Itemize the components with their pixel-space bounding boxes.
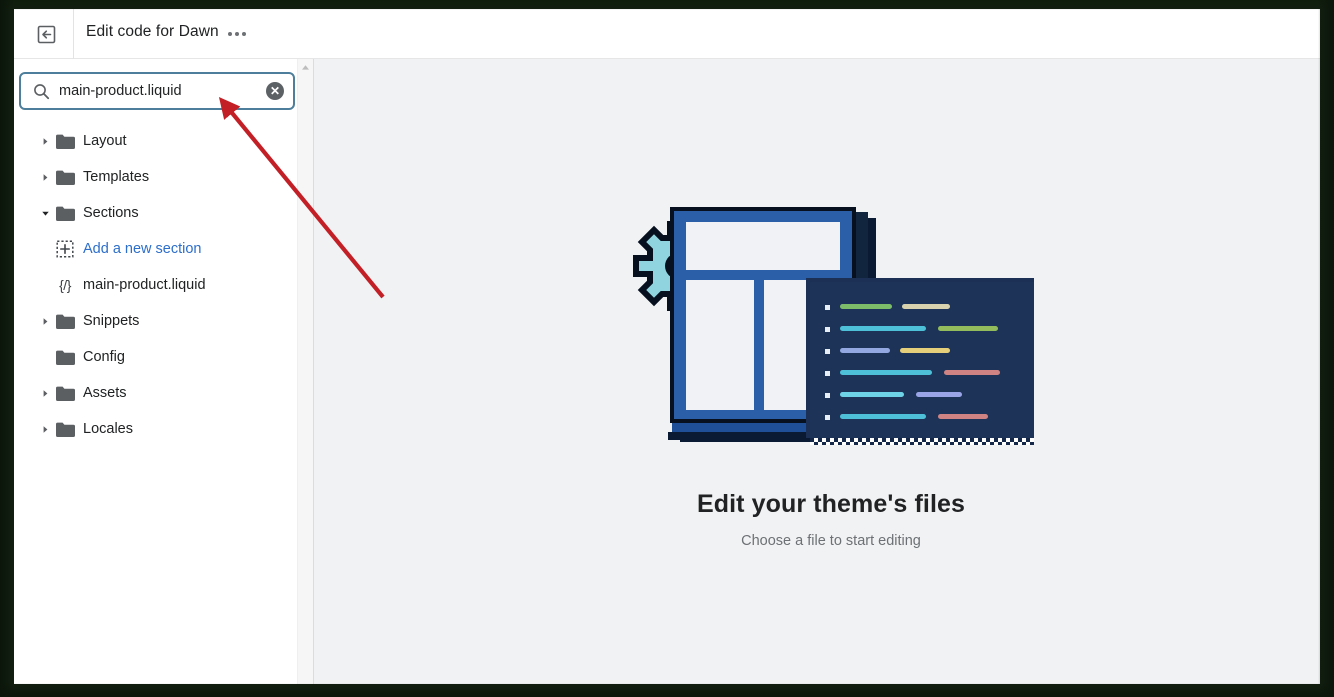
tree-item-add-new-section[interactable]: Add a new section <box>14 231 297 267</box>
clear-icon-glyph: ✕ <box>269 83 281 98</box>
liquid-file-icon: {/} <box>59 277 71 293</box>
tree-item-label: Sections <box>83 205 139 221</box>
theme-code-editor-window: Edit code for Dawn ✕ <box>14 9 1320 684</box>
folder-icon <box>55 313 76 330</box>
search-field[interactable]: ✕ <box>19 72 295 110</box>
tree-item-label: Locales <box>83 421 133 437</box>
chevron-down-icon[interactable] <box>40 208 50 218</box>
tree-item-layout[interactable]: Layout <box>14 123 297 159</box>
chevron-right-icon[interactable] <box>40 136 50 146</box>
editor-empty-state-panel: Edit your theme's files Choose a file to… <box>314 59 1320 684</box>
folder-icon <box>55 169 76 186</box>
header-divider <box>73 9 74 59</box>
tree-item-locales[interactable]: Locales <box>14 411 297 447</box>
tree-item-label: Snippets <box>83 313 140 329</box>
file-tree-sidebar: ✕ Layout <box>14 59 297 684</box>
tree-item-snippets[interactable]: Snippets <box>14 303 297 339</box>
tree-item-config[interactable]: Config <box>14 339 297 375</box>
folder-icon <box>55 133 76 150</box>
tree-item-assets[interactable]: Assets <box>14 375 297 411</box>
search-icon <box>33 83 50 100</box>
screenshot-frame: Edit code for Dawn ✕ <box>0 0 1334 697</box>
ellipsis-dot <box>235 32 239 36</box>
ellipsis-dot <box>242 32 246 36</box>
search-icon-svg <box>34 84 50 100</box>
clear-search-button[interactable]: ✕ <box>266 82 284 100</box>
tree-item-label: Assets <box>83 385 127 401</box>
empty-state-title: Edit your theme's files <box>696 490 966 518</box>
theme-code-editor-illustration <box>633 207 1034 445</box>
app-header: Edit code for Dawn <box>14 9 1320 59</box>
scroll-up-arrow-icon[interactable] <box>298 59 313 75</box>
tree-item-sections[interactable]: Sections <box>14 195 297 231</box>
folder-icon <box>55 205 76 222</box>
empty-state: Edit your theme's files Choose a file to… <box>314 59 1320 684</box>
more-actions-button[interactable] <box>220 21 254 47</box>
page-title: Edit code for Dawn <box>86 23 219 40</box>
tree-item-label: Templates <box>83 169 150 185</box>
tree-item-label: Config <box>83 349 125 365</box>
folder-icon <box>55 385 76 402</box>
empty-state-subtitle: Choose a file to start editing <box>741 533 921 549</box>
chevron-right-icon[interactable] <box>40 316 50 326</box>
sidebar-scrollbar[interactable] <box>297 59 313 684</box>
search-input[interactable] <box>59 74 259 108</box>
tree-item-label: Layout <box>83 133 127 149</box>
folder-icon <box>55 349 76 366</box>
tree-item-label: main-product.liquid <box>83 277 206 293</box>
ellipsis-dot <box>228 32 232 36</box>
file-tree: Layout Templates Sections Add a new sect… <box>14 123 297 447</box>
chevron-right-icon[interactable] <box>40 172 50 182</box>
add-square-icon <box>55 239 75 259</box>
tree-item-label: Add a new section <box>83 241 202 257</box>
chevron-right-icon[interactable] <box>40 424 50 434</box>
checker-strip <box>810 438 1034 445</box>
tree-item-main-product-liquid[interactable]: {/} main-product.liquid <box>14 267 297 303</box>
tree-item-templates[interactable]: Templates <box>14 159 297 195</box>
collapse-left-icon-svg <box>37 25 55 43</box>
chevron-right-icon[interactable] <box>40 388 50 398</box>
collapse-left-icon[interactable] <box>28 17 64 51</box>
folder-icon <box>55 421 76 438</box>
